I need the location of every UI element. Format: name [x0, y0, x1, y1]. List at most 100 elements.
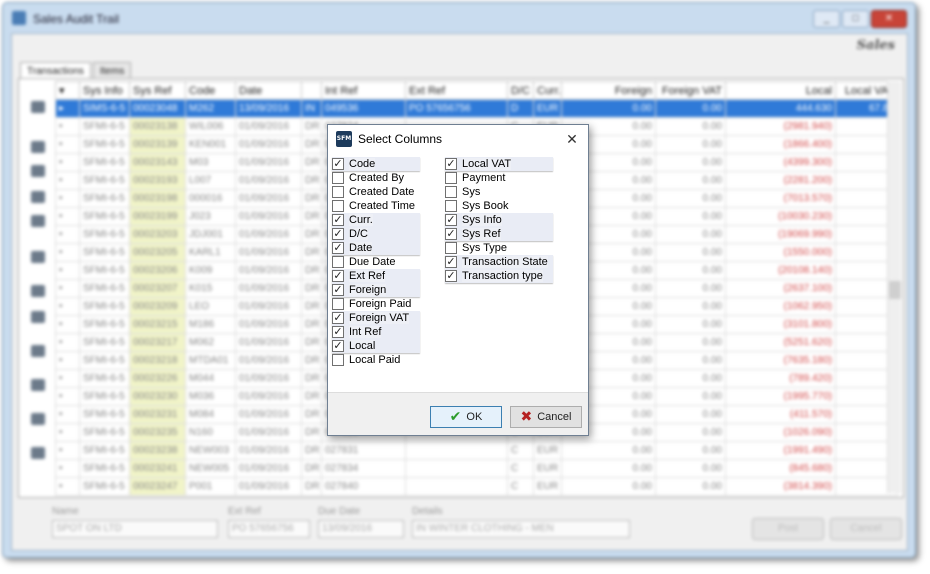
row-indicator[interactable]: •: [55, 459, 80, 478]
table-row[interactable]: • SFMI-6-5 00023238 NEW003 01/09/2016 DR 02783…: [55, 441, 898, 460]
first-record-icon[interactable]: [31, 141, 45, 153]
next-record-icon[interactable]: [31, 191, 45, 203]
table-row[interactable]: • SFMI-6-5 00023241 NEW005 01/09/2016 DR 02783…: [55, 459, 898, 478]
checkbox[interactable]: ✓: [332, 326, 344, 338]
checkbox[interactable]: ✓: [332, 214, 344, 226]
col-dc[interactable]: D/C: [507, 81, 534, 100]
dialog-close-icon[interactable]: ✕: [562, 129, 582, 149]
checkbox[interactable]: ✓: [445, 158, 457, 170]
export-icon[interactable]: [31, 447, 45, 459]
checkbox[interactable]: [332, 354, 344, 366]
row-indicator[interactable]: •: [55, 351, 80, 370]
table-row[interactable]: ▸ SIMS-6-5 00023048 M262 13/09/2016 IN 049536 P…: [55, 99, 898, 118]
column-chooser-button[interactable]: ▾: [55, 81, 80, 100]
row-indicator[interactable]: •: [55, 171, 80, 190]
post-button[interactable]: Post: [752, 518, 824, 540]
row-indicator[interactable]: •: [55, 153, 80, 172]
up-icon[interactable]: [31, 101, 45, 113]
column-option[interactable]: ✓ Local VAT: [445, 157, 553, 171]
checkbox[interactable]: ✓: [332, 158, 344, 170]
col-sys-info[interactable]: Sys Info: [79, 81, 130, 100]
print-icon[interactable]: [31, 345, 45, 357]
row-indicator[interactable]: •: [55, 405, 80, 424]
checkbox[interactable]: [445, 186, 457, 198]
row-indicator[interactable]: •: [55, 279, 80, 298]
extref-field[interactable]: PO 57656756: [228, 520, 310, 538]
table-row[interactable]: • SFMI-6-5 00023247 P001 01/09/2016 DR 027840 C…: [55, 477, 898, 496]
row-indicator[interactable]: •: [55, 423, 80, 442]
column-option[interactable]: Local Paid: [332, 353, 415, 367]
row-indicator[interactable]: •: [55, 189, 80, 208]
row-indicator[interactable]: •: [55, 243, 80, 262]
checkbox[interactable]: [332, 172, 344, 184]
column-option[interactable]: Due Date: [332, 255, 415, 269]
tools-icon[interactable]: [31, 413, 45, 425]
checkbox[interactable]: ✓: [332, 270, 344, 282]
column-option[interactable]: ✓ Local: [332, 339, 420, 353]
column-option[interactable]: Sys: [445, 185, 548, 199]
column-option[interactable]: ✓ Int Ref: [332, 325, 420, 339]
previous-record-icon[interactable]: [31, 165, 45, 177]
column-option[interactable]: Created Date: [332, 185, 415, 199]
details-field[interactable]: IN WINTER CLOTHING - MEN: [412, 520, 630, 538]
column-option[interactable]: ✓ Ext Ref: [332, 269, 420, 283]
row-indicator[interactable]: •: [55, 369, 80, 388]
column-option[interactable]: Sys Type: [445, 241, 548, 255]
row-indicator[interactable]: ▸: [55, 99, 80, 118]
column-option[interactable]: Payment: [445, 171, 548, 185]
checkbox[interactable]: [332, 256, 344, 268]
col-sys-ref[interactable]: Sys Ref: [129, 81, 186, 100]
column-option[interactable]: ✓ D/C: [332, 227, 420, 241]
column-option[interactable]: Created Time: [332, 199, 415, 213]
col-curr[interactable]: Curr.: [533, 81, 562, 100]
globe-icon[interactable]: [31, 311, 45, 323]
row-indicator[interactable]: •: [55, 333, 80, 352]
checkbox[interactable]: ✓: [332, 284, 344, 296]
checkbox[interactable]: [445, 200, 457, 212]
checkbox[interactable]: [445, 172, 457, 184]
dialog-cancel-button[interactable]: ✖ Cancel: [510, 406, 582, 428]
column-option[interactable]: ✓ Code: [332, 157, 420, 171]
screen-icon[interactable]: [31, 379, 45, 391]
checkbox[interactable]: ✓: [445, 256, 457, 268]
col-foreign-vat[interactable]: Foreign VAT: [655, 81, 726, 100]
row-indicator[interactable]: •: [55, 207, 80, 226]
ok-button[interactable]: ✔ OK: [430, 406, 502, 428]
checkbox[interactable]: [445, 242, 457, 254]
column-option[interactable]: ✓ Foreign VAT: [332, 311, 420, 325]
swap-icon[interactable]: [31, 251, 45, 263]
col-foreign[interactable]: Foreign: [561, 81, 656, 100]
checkbox[interactable]: ✓: [445, 270, 457, 282]
row-indicator[interactable]: •: [55, 135, 80, 154]
close-window-button[interactable]: ✕: [871, 10, 907, 28]
col-date[interactable]: Date: [235, 81, 302, 100]
scrollbar-thumb[interactable]: [889, 281, 901, 299]
row-indicator[interactable]: •: [55, 297, 80, 316]
row-indicator[interactable]: •: [55, 225, 80, 244]
row-indicator[interactable]: •: [55, 261, 80, 280]
column-option[interactable]: ✓ Sys Info: [445, 213, 553, 227]
col-ext-ref[interactable]: Ext Ref: [405, 81, 508, 100]
last-record-icon[interactable]: [31, 215, 45, 227]
column-option[interactable]: Foreign Paid: [332, 297, 415, 311]
col-code[interactable]: Code: [185, 81, 236, 100]
checkbox[interactable]: ✓: [332, 340, 344, 352]
maximize-button[interactable]: □: [842, 10, 869, 28]
name-field[interactable]: SPOT ON LTD: [52, 520, 218, 538]
col-int-ref[interactable]: Int Ref: [321, 81, 406, 100]
row-indicator[interactable]: •: [55, 441, 80, 460]
checkbox[interactable]: [332, 186, 344, 198]
checkbox[interactable]: ✓: [332, 242, 344, 254]
column-option[interactable]: Sys Book: [445, 199, 548, 213]
checkbox[interactable]: ✓: [332, 228, 344, 240]
checkbox[interactable]: ✓: [445, 228, 457, 240]
column-option[interactable]: ✓ Foreign: [332, 283, 420, 297]
minimize-button[interactable]: _: [813, 10, 840, 28]
column-option[interactable]: ✓ Transaction type: [445, 269, 553, 283]
col-type[interactable]: [301, 81, 322, 100]
column-option[interactable]: ✓ Transaction State: [445, 255, 553, 269]
row-indicator[interactable]: •: [55, 315, 80, 334]
column-option[interactable]: Created By: [332, 171, 415, 185]
col-local[interactable]: Local: [725, 81, 836, 100]
checkbox[interactable]: ✓: [332, 312, 344, 324]
